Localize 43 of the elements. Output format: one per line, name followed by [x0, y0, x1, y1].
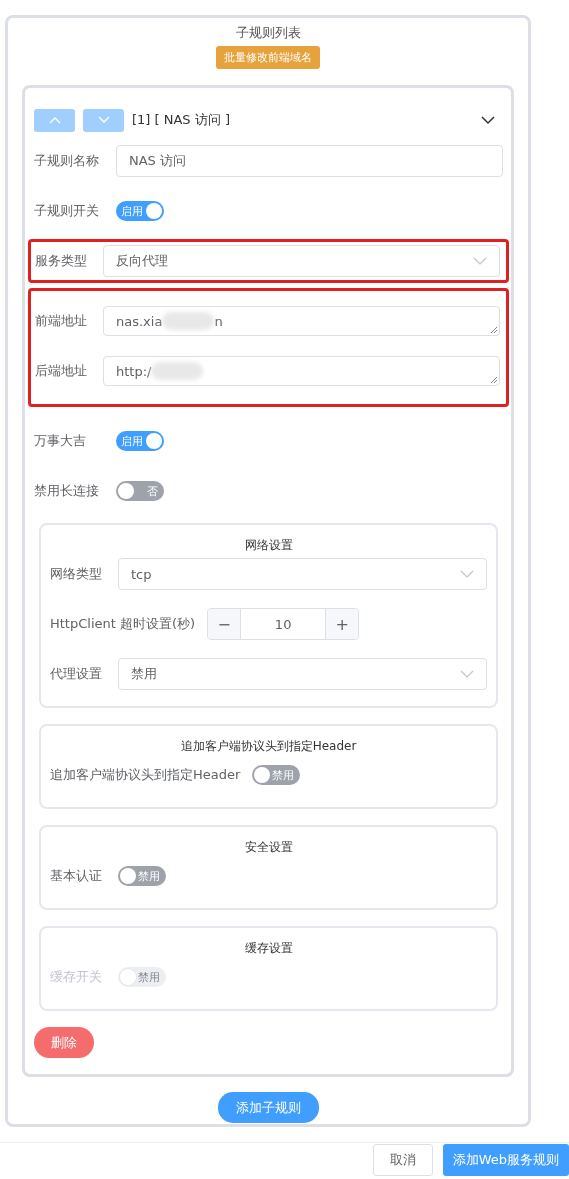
field-label: 服务类型 — [35, 252, 88, 270]
field-value: NAS 访问 — [129, 152, 186, 170]
field-value: nas.xia — [116, 313, 163, 329]
field-value: http:/ — [116, 363, 152, 379]
field-label: 代理设置 — [50, 665, 103, 683]
address-field[interactable]: nas.xia n — [103, 306, 500, 336]
section-title: 网络设置 — [243, 537, 294, 554]
dropdown-chevron-icon — [460, 670, 474, 678]
field-label: 禁用长连接 — [34, 482, 100, 500]
field-label: 追加客户端协议头到指定Header — [50, 766, 241, 784]
select-field[interactable]: 禁用 — [118, 658, 487, 690]
resize-grip-icon[interactable] — [491, 327, 498, 334]
field-label: 基本认证 — [50, 867, 103, 885]
field-label: 缓存开关 — [50, 968, 103, 986]
chevron-down-icon — [97, 116, 110, 124]
section-title: 追加客户端协议头到指定Header — [179, 738, 358, 755]
field-label: 子规则开关 — [34, 202, 100, 220]
field-label: 前端地址 — [35, 312, 88, 330]
dropdown-chevron-icon — [460, 570, 474, 578]
select-field[interactable]: tcp — [118, 558, 487, 590]
select-value: 禁用 — [131, 665, 157, 683]
field-label: 子规则名称 — [34, 152, 100, 170]
select-value: tcp — [131, 566, 152, 582]
field-label: 网络类型 — [50, 565, 103, 583]
field-label: 后端地址 — [35, 362, 88, 380]
resize-grip-icon[interactable] — [491, 377, 498, 384]
chevron-up-icon — [48, 116, 61, 124]
field-value: n — [214, 313, 223, 329]
dropdown-chevron-icon — [473, 257, 487, 265]
section-title: 安全设置 — [243, 839, 294, 856]
field-label: 万事大吉 — [34, 432, 87, 450]
name-input-field[interactable]: NAS 访问 — [116, 145, 503, 177]
cancel-button[interactable]: 取消 — [372, 1144, 433, 1176]
select-value: 反向代理 — [116, 252, 168, 270]
section-title: 缓存设置 — [243, 940, 294, 957]
decrement-button[interactable]: − — [208, 609, 241, 639]
panel-title: 子规则列表 — [234, 24, 302, 42]
field-label: HttpClient 超时设置(秒) — [50, 615, 196, 633]
collapse-chevron-icon[interactable] — [481, 115, 495, 125]
rule-heading: [1] [ NAS 访问 ] — [132, 111, 230, 129]
select-field[interactable]: 反向代理 — [103, 245, 500, 277]
increment-button[interactable]: + — [326, 609, 359, 639]
address-field[interactable]: http:/ — [103, 356, 500, 386]
